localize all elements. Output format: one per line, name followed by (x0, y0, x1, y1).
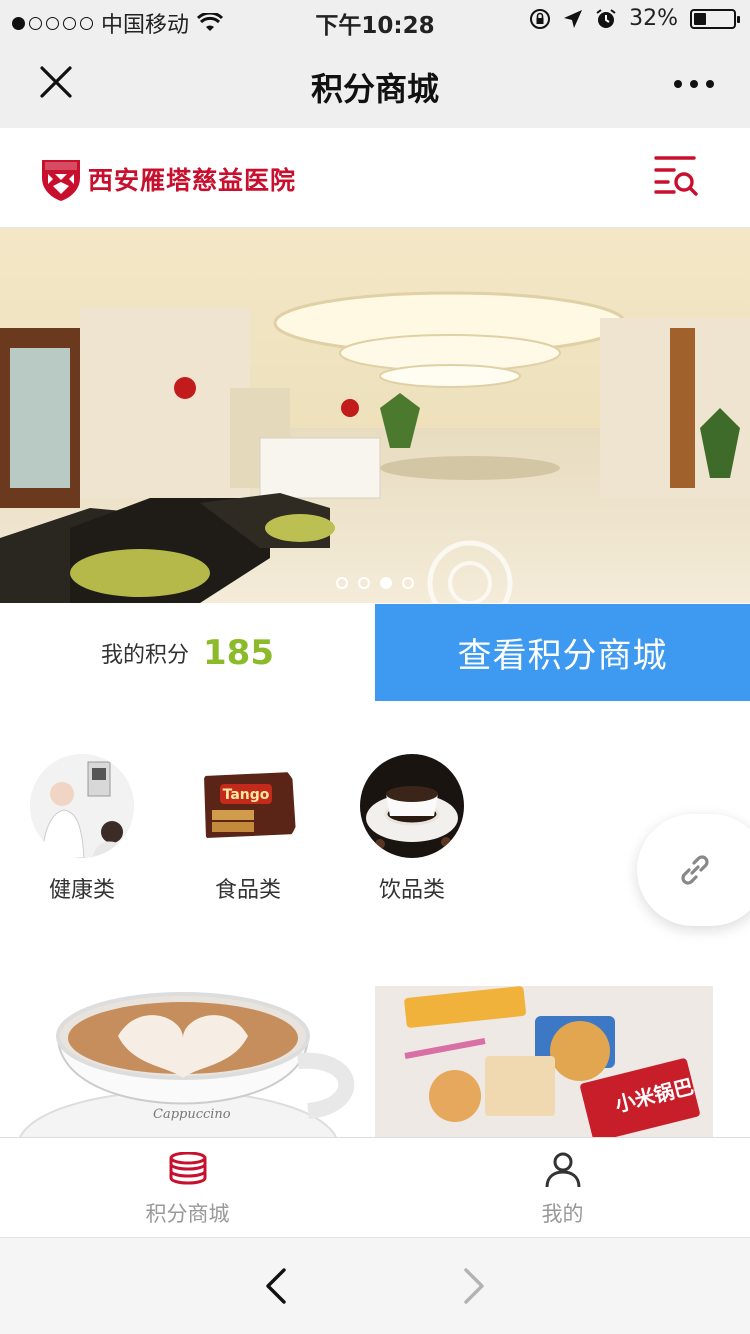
product-card-snacks[interactable]: 小米锅巴 (375, 986, 713, 1138)
hospital-name: 西安雁塔慈益医院 (88, 166, 297, 195)
floating-link-button[interactable] (637, 814, 750, 926)
points-value: 185 (203, 632, 274, 673)
top-bar: 中国移动 下午10:28 32% 积分商城 (0, 0, 750, 128)
points-section: 我的积分 185 查看积分商城 (0, 604, 750, 701)
bottom-tab-bar: 积分商城 我的 (0, 1137, 750, 1237)
carousel-dot[interactable] (380, 577, 392, 589)
drink-image (360, 754, 464, 858)
category-drink[interactable]: 饮品类 (342, 754, 482, 904)
svg-text:Cappuccino: Cappuccino (153, 1107, 231, 1122)
wechat-nav-bar: 积分商城 (0, 40, 750, 128)
tab-label: 积分商城 (145, 1202, 230, 1226)
snacks-image: 小米锅巴 (375, 986, 713, 1138)
browser-nav-bar (0, 1237, 750, 1334)
site-header: 西安雁塔慈益医院 (0, 128, 750, 228)
svg-text:Tango: Tango (223, 787, 270, 803)
back-arrow-icon[interactable] (258, 1266, 294, 1306)
health-image (30, 754, 134, 858)
coins-stack-icon (169, 1151, 206, 1185)
tab-mine[interactable]: 我的 (375, 1138, 750, 1238)
category-label: 饮品类 (378, 878, 445, 903)
carousel-indicators[interactable] (0, 577, 750, 589)
location-arrow-icon (564, 9, 583, 28)
category-food[interactable]: Tango 食品类 (178, 754, 318, 904)
tab-points-mall[interactable]: 积分商城 (0, 1138, 375, 1238)
carousel-dot[interactable] (358, 577, 370, 589)
hospital-lobby-image (0, 228, 750, 603)
alarm-icon (596, 8, 616, 28)
view-points-mall-button[interactable]: 查看积分商城 (375, 604, 750, 701)
category-health[interactable]: 健康类 (12, 754, 152, 904)
battery-percent: 32% (629, 6, 678, 31)
page-title: 积分商城 (310, 70, 439, 108)
carousel-dot[interactable] (402, 577, 414, 589)
points-label: 我的积分 (101, 642, 190, 668)
category-label: 食品类 (214, 878, 281, 903)
more-options-icon[interactable] (674, 80, 714, 88)
product-card-cappuccino[interactable]: Cappuccino (18, 986, 356, 1138)
banner-carousel[interactable] (0, 228, 750, 603)
food-image: Tango (196, 754, 300, 858)
user-icon (545, 1152, 580, 1188)
forward-arrow-icon[interactable] (456, 1266, 492, 1306)
product-grid: Cappuccino 小米锅巴 (0, 986, 750, 1138)
status-bar: 中国移动 下午10:28 32% (0, 0, 750, 40)
hospital-shield-logo-icon (42, 160, 80, 201)
tab-label: 我的 (541, 1202, 584, 1226)
carousel-dot[interactable] (336, 577, 348, 589)
battery-icon (690, 8, 740, 29)
link-icon (681, 855, 709, 885)
cappuccino-image: Cappuccino (18, 986, 356, 1138)
category-list: 健康类 Tango 食品类 饮品类 (0, 754, 750, 914)
menu-search-icon[interactable] (652, 152, 700, 196)
category-label: 健康类 (48, 878, 115, 903)
rotation-lock-icon (530, 8, 551, 29)
hospital-logo[interactable]: 西安雁塔慈益医院 (40, 156, 296, 202)
